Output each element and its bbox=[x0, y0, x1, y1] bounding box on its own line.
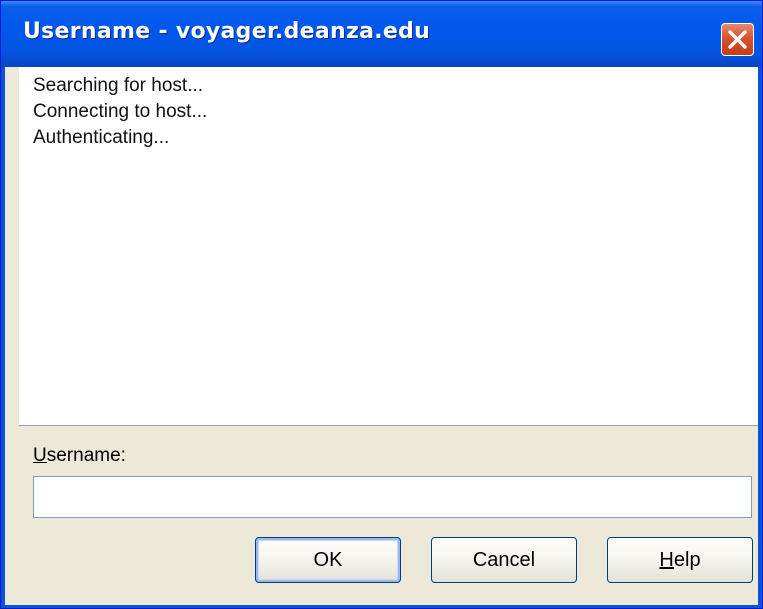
close-icon bbox=[728, 30, 747, 49]
ok-button[interactable]: OK bbox=[255, 537, 401, 583]
title-bar[interactable]: Username - voyager.deanza.edu bbox=[1, 1, 762, 67]
username-input[interactable] bbox=[33, 476, 752, 518]
username-label-text: sername: bbox=[46, 445, 126, 466]
log-line: Connecting to host... bbox=[33, 101, 208, 122]
cancel-button[interactable]: Cancel bbox=[431, 537, 577, 583]
username-label: Username: bbox=[33, 445, 126, 467]
log-line: Authenticating... bbox=[33, 127, 170, 148]
window-title: Username - voyager.deanza.edu bbox=[23, 19, 431, 44]
username-label-mnemonic: U bbox=[33, 445, 47, 466]
help-button[interactable]: Help bbox=[607, 537, 753, 583]
status-log: Searching for host... Connecting to host… bbox=[19, 67, 758, 426]
dialog-body: Searching for host... Connecting to host… bbox=[5, 67, 758, 605]
help-label: elp bbox=[673, 549, 701, 571]
dialog-window: Username - voyager.deanza.edu Searching … bbox=[0, 0, 763, 609]
log-line: Searching for host... bbox=[33, 75, 204, 96]
help-mnemonic: H bbox=[659, 549, 674, 571]
close-button[interactable] bbox=[721, 23, 754, 56]
